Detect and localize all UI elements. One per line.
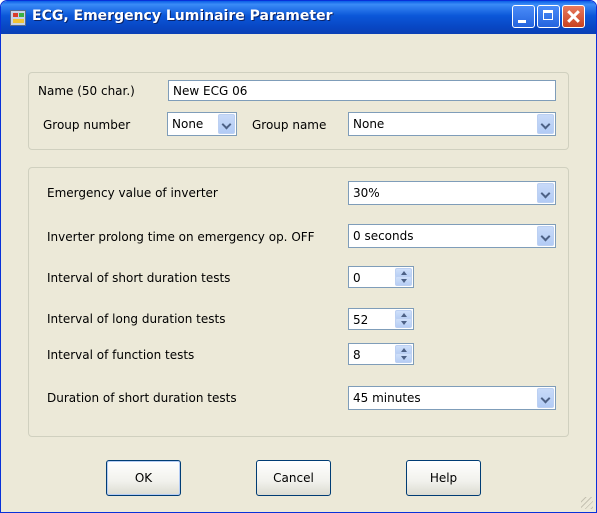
emergency-value-select[interactable]: 30%: [348, 181, 556, 205]
chevron-down-icon[interactable]: [537, 226, 554, 246]
function-tests-value: 8: [353, 348, 361, 362]
spin-down-icon[interactable]: [395, 318, 412, 328]
name-field[interactable]: New ECG 06: [168, 80, 556, 101]
group-number-label: Group number: [43, 118, 131, 132]
group-number-value: None: [172, 117, 204, 131]
function-tests-stepper[interactable]: 8: [348, 343, 414, 365]
help-button[interactable]: Help: [406, 460, 481, 496]
long-tests-stepper[interactable]: 52: [348, 308, 414, 330]
group-number-select[interactable]: None: [167, 112, 237, 136]
function-tests-spin-buttons: [395, 345, 412, 363]
function-tests-label: Interval of function tests: [47, 348, 195, 362]
app-icon-part: [13, 19, 24, 23]
chevron-down-icon[interactable]: [537, 183, 554, 203]
minimize-icon[interactable]: [512, 5, 535, 28]
dialog-window: ECG, Emergency Luminaire Parameter Name …: [0, 0, 597, 513]
app-icon-part: [19, 13, 24, 17]
emergency-value-label: Emergency value of inverter: [47, 186, 218, 200]
cancel-button[interactable]: Cancel: [256, 460, 331, 496]
chevron-down-icon[interactable]: [218, 114, 235, 134]
spin-down-icon[interactable]: [395, 276, 412, 286]
prolong-time-value: 0 seconds: [353, 229, 414, 243]
title-bar[interactable]: ECG, Emergency Luminaire Parameter: [1, 1, 596, 34]
group-name-select[interactable]: None: [348, 112, 556, 136]
emergency-value-value: 30%: [353, 186, 380, 200]
resize-grip-icon[interactable]: [581, 497, 593, 509]
long-tests-value: 52: [353, 313, 369, 327]
ok-button[interactable]: OK: [106, 460, 181, 496]
short-duration-label: Duration of short duration tests: [47, 391, 237, 405]
name-label: Name (50 char.): [38, 84, 135, 98]
maximize-icon[interactable]: [537, 5, 560, 28]
short-duration-select[interactable]: 45 minutes: [348, 386, 556, 410]
group-name-label: Group name: [252, 118, 327, 132]
short-tests-spin-buttons: [395, 268, 412, 286]
long-tests-label: Interval of long duration tests: [47, 312, 226, 326]
app-icon[interactable]: [10, 10, 26, 26]
window-title: ECG, Emergency Luminaire Parameter: [32, 8, 333, 24]
chevron-down-icon[interactable]: [537, 388, 554, 408]
app-icon-part: [13, 13, 18, 17]
prolong-time-label: Inverter prolong time on emergency op. O…: [47, 230, 315, 244]
long-tests-spin-buttons: [395, 310, 412, 328]
group-name-value: None: [353, 117, 385, 131]
close-icon[interactable]: [562, 5, 585, 28]
short-tests-value: 0: [353, 271, 361, 285]
short-tests-stepper[interactable]: 0: [348, 266, 414, 288]
short-duration-value: 45 minutes: [353, 391, 421, 405]
prolong-time-select[interactable]: 0 seconds: [348, 224, 556, 248]
spin-down-icon[interactable]: [395, 353, 412, 363]
short-tests-label: Interval of short duration tests: [47, 271, 231, 285]
chevron-down-icon[interactable]: [537, 114, 554, 134]
